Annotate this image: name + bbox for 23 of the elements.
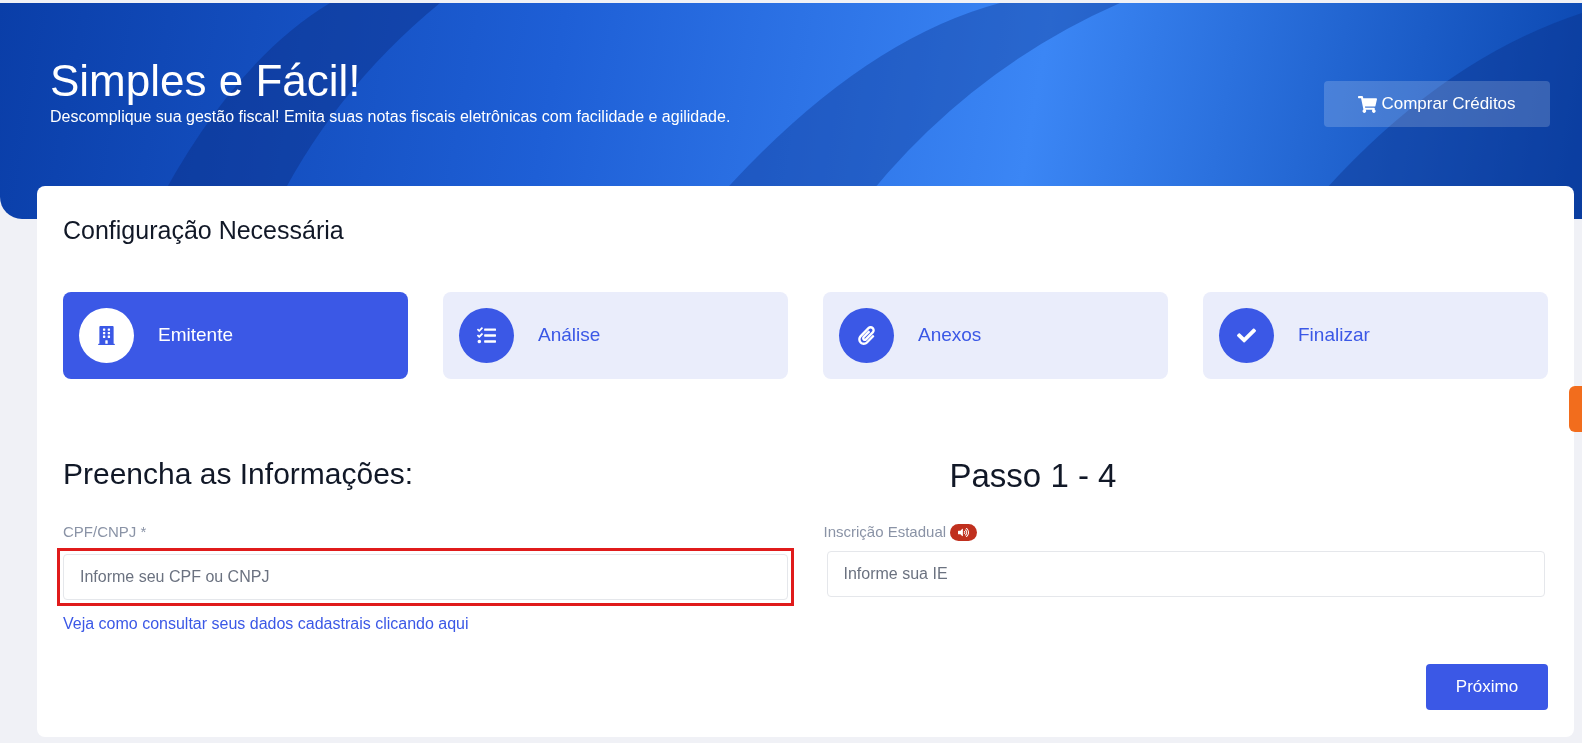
form-title: Preencha as Informações: [63,455,415,492]
step-counter: Passo 1 - 4 [948,455,1118,496]
field-label: Inscrição Estadual [823,521,947,542]
checklist-icon [477,325,496,345]
text-input[interactable]: Informe sua IE [826,551,1545,597]
step-tab[interactable]: Emitente [63,291,408,379]
building-icon [97,325,116,345]
check-icon [1237,325,1256,345]
section-title: Configuração Necessária [63,215,345,246]
paperclip-icon [857,325,876,345]
help-link[interactable]: Veja como consultar seus dados cadastrais clicando aqui [63,612,788,636]
page-subtitle: Descomplique sua gestão fiscal! Emita suas notas fiscais eletrônicas com facilidade e agilidade. [50,107,731,128]
audio-badge[interactable] [950,523,978,541]
step-tab[interactable]: Anexos [823,291,1168,379]
page-title: Simples e Fácil! [50,57,362,106]
step-tab[interactable]: Análise [443,291,788,379]
step-tab[interactable]: Finalizar [1203,291,1548,379]
buy-credits-button[interactable]: Comprar Créditos [1324,81,1550,127]
next-button[interactable]: Próximo [1426,664,1548,710]
speaker-icon [958,526,970,538]
cart-icon [1358,94,1378,114]
text-input[interactable]: Informe seu CPF ou CNPJ [63,554,788,600]
field-label: CPF/CNPJ * [63,521,147,542]
